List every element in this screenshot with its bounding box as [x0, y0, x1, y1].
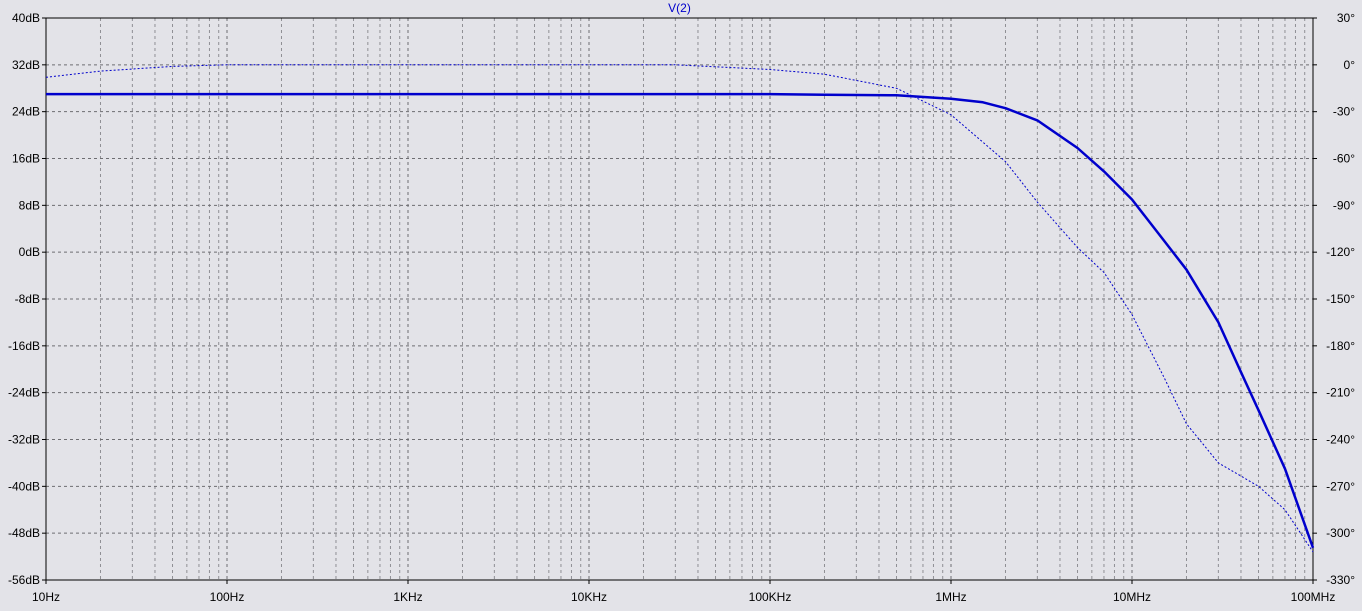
chart-background [0, 0, 1362, 606]
right-tick-label: -330° [1326, 573, 1355, 587]
left-tick-label: 16dB [12, 152, 40, 166]
right-tick-label: -240° [1326, 433, 1355, 447]
bode-plot-window: V(2) 40dB 32dB 24dB 16dB 8dB 0dB -8dB -16dB -24d… [0, 0, 1362, 606]
left-tick-label: -32dB [8, 433, 40, 447]
x-tick-label: 100Hz [210, 590, 245, 604]
x-tick-label: 10MHz [1113, 590, 1151, 604]
right-tick-label: -90° [1333, 198, 1355, 212]
right-tick-label: -180° [1326, 339, 1355, 353]
x-tick-label: 100MHz [1291, 590, 1336, 604]
x-tick-label: 10Hz [32, 590, 60, 604]
right-tick-label: -300° [1326, 526, 1355, 540]
x-tick-label: 1MHz [935, 590, 966, 604]
left-tick-label: -48dB [8, 526, 40, 540]
left-tick-label: -16dB [8, 339, 40, 353]
right-tick-label: -60° [1333, 152, 1355, 166]
x-tick-label: 1KHz [393, 590, 422, 604]
left-tick-label: 0dB [19, 245, 40, 259]
x-tick-label: 100KHz [749, 590, 792, 604]
right-tick-label: -270° [1326, 479, 1355, 493]
left-tick-label: -40dB [8, 479, 40, 493]
left-tick-label: 24dB [12, 105, 40, 119]
bode-chart: V(2) 40dB 32dB 24dB 16dB 8dB 0dB -8dB -16dB -24d… [0, 0, 1362, 606]
left-tick-label: 40dB [12, 11, 40, 25]
left-tick-label: -24dB [8, 386, 40, 400]
left-tick-label: -56dB [8, 573, 40, 587]
left-tick-label: 8dB [19, 198, 40, 212]
left-tick-label: -8dB [15, 292, 40, 306]
left-tick-label: 32dB [12, 58, 40, 72]
right-tick-label: -150° [1326, 292, 1355, 306]
x-tick-label: 10KHz [571, 590, 607, 604]
right-tick-label: -30° [1333, 105, 1355, 119]
right-tick-label: 0° [1344, 58, 1356, 72]
right-tick-label: 30° [1337, 11, 1355, 25]
right-tick-label: -120° [1326, 245, 1355, 259]
right-tick-label: -210° [1326, 386, 1355, 400]
chart-title: V(2) [668, 1, 691, 15]
